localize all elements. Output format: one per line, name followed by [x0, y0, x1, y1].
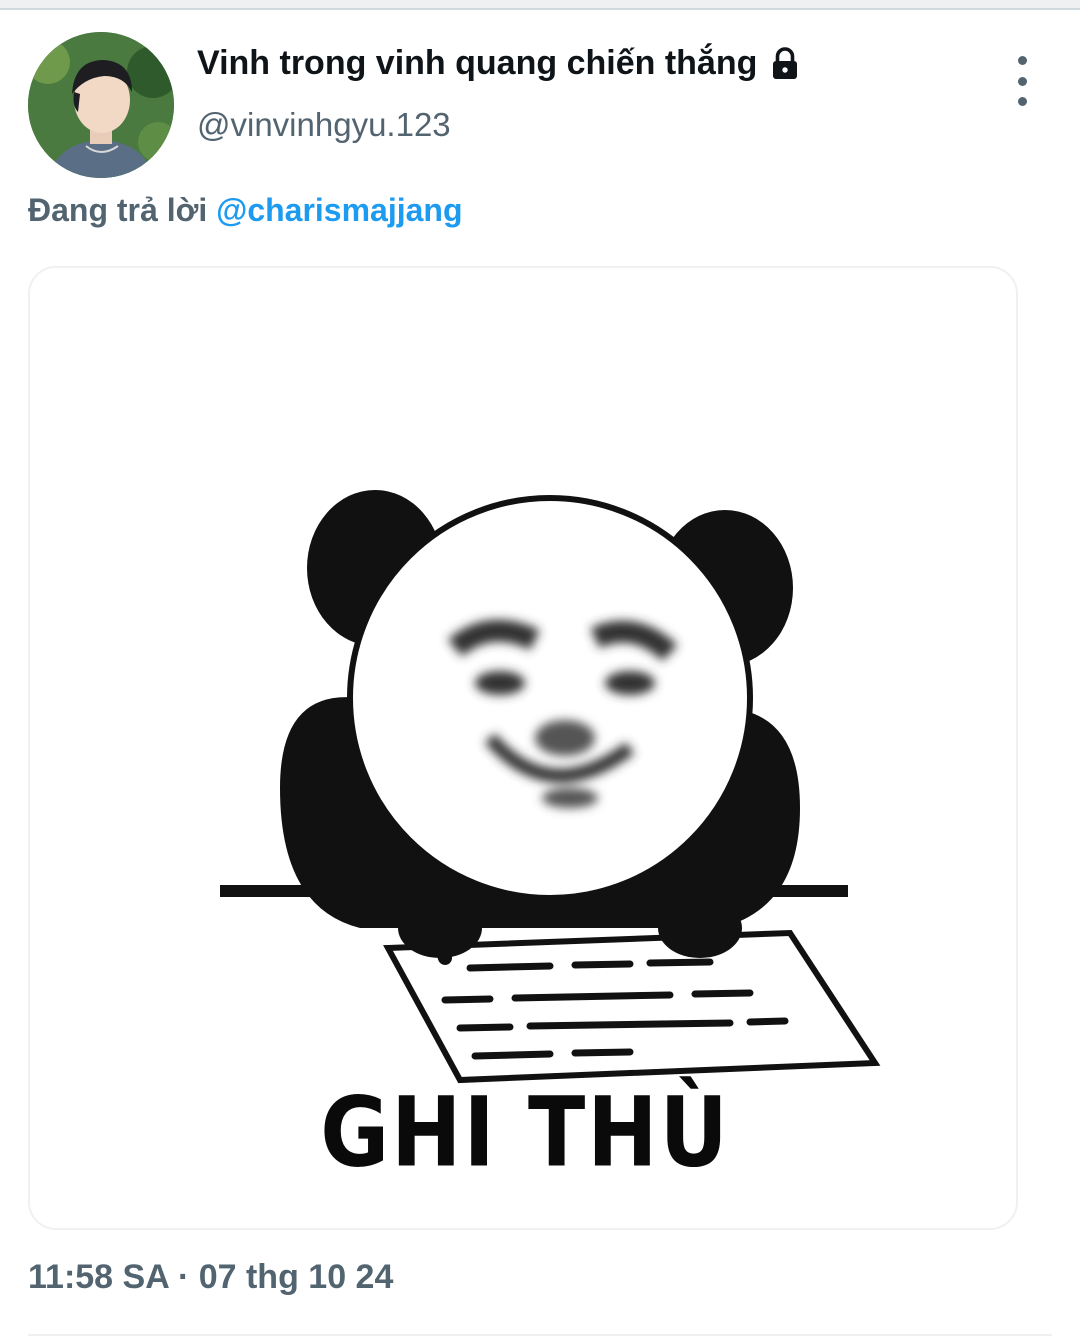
reply-prefix: Đang trả lời	[28, 192, 217, 228]
user-handle[interactable]: @vinvinhgyu.123	[197, 106, 451, 144]
avatar-image	[28, 32, 174, 178]
reply-context: Đang trả lời @charismajjang	[28, 192, 463, 229]
meme-caption: GHI THÙ	[320, 1075, 730, 1189]
top-divider	[0, 0, 1080, 10]
lock-icon	[773, 46, 798, 79]
display-name[interactable]: Vinh trong vinh quang chiến thắng	[197, 44, 803, 83]
media-image[interactable]: GHI THÙ	[28, 266, 1018, 1230]
tweet-timestamp[interactable]: 11:58 SA · 07 thg 10 24	[28, 1258, 393, 1297]
avatar[interactable]	[28, 32, 174, 178]
display-name-text: Vinh trong vinh quang chiến thắng	[197, 44, 758, 82]
more-dot	[1017, 76, 1027, 86]
more-dot	[1017, 97, 1027, 106]
more-vertical-icon	[1017, 56, 1027, 65]
bottom-divider	[28, 1334, 1052, 1336]
reply-mention-link[interactable]: @charismajjang	[216, 192, 462, 228]
more-options-button[interactable]	[1000, 56, 1044, 106]
